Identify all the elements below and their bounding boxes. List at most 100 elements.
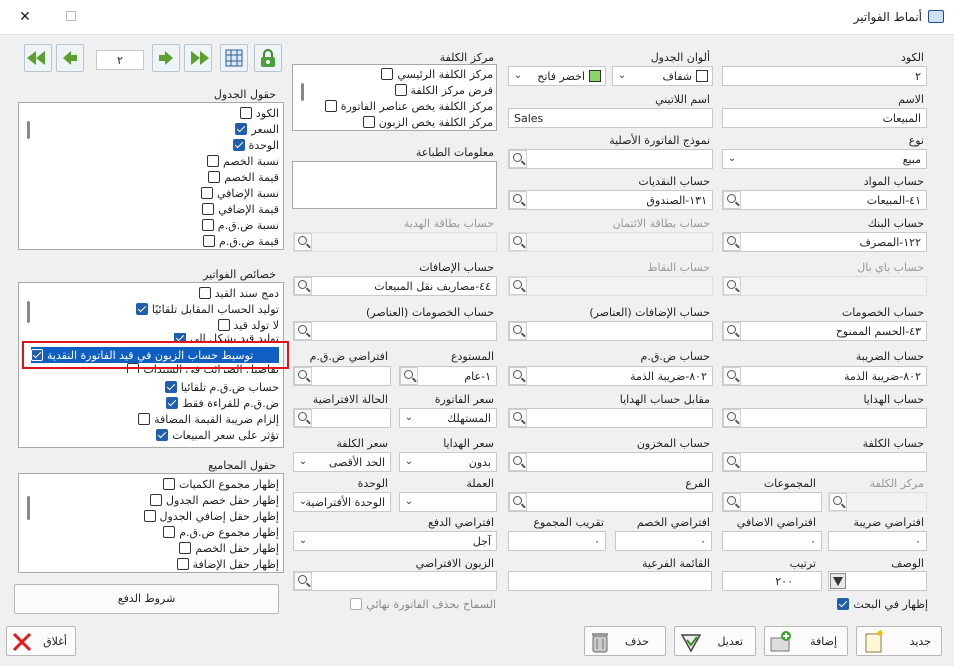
invoice-price-select[interactable]: ⌄ المستهلك xyxy=(399,408,497,428)
default-customer-field[interactable] xyxy=(293,571,497,591)
print-info-area[interactable] xyxy=(292,161,497,209)
name-field[interactable]: المبيعات xyxy=(722,108,927,128)
search-icon[interactable] xyxy=(509,453,527,471)
materials-account-field[interactable]: ٤١-المبيعات xyxy=(722,190,927,210)
checkbox[interactable] xyxy=(201,219,214,231)
cost-account-field[interactable] xyxy=(722,452,927,472)
cash-account-field[interactable]: ١٣١-الصندوق xyxy=(508,190,713,210)
latin-name-field[interactable]: Sales xyxy=(508,108,713,128)
list-item[interactable]: تؤثر على سعر المبيعات xyxy=(156,427,279,443)
search-icon[interactable] xyxy=(723,367,741,385)
close-window-button[interactable]: ✕ xyxy=(14,6,36,28)
checkbox[interactable] xyxy=(156,429,169,441)
search-icon[interactable] xyxy=(723,322,741,340)
delete-button[interactable]: حذف xyxy=(584,626,666,656)
list-scrollbar[interactable] xyxy=(301,83,304,101)
checkbox[interactable] xyxy=(164,381,177,393)
checkbox[interactable] xyxy=(239,107,252,119)
search-icon[interactable] xyxy=(294,572,312,590)
checkbox[interactable] xyxy=(394,84,407,96)
list-item[interactable]: مركز الكلفة الرئيسي xyxy=(381,66,493,82)
checkbox[interactable] xyxy=(166,397,179,409)
search-icon[interactable] xyxy=(509,191,527,209)
default-payment-select[interactable]: ⌄ آجل xyxy=(293,531,497,551)
previous-record-button[interactable] xyxy=(56,44,84,72)
checkbox[interactable] xyxy=(381,68,394,80)
list-item[interactable]: إظهار مجموع ض.ق.م xyxy=(163,524,279,540)
list-item[interactable]: مركز الكلفة يخص عناصر الفاتورة xyxy=(324,98,493,114)
last-record-button[interactable] xyxy=(184,44,212,72)
checkbox[interactable] xyxy=(837,598,850,610)
checkbox[interactable] xyxy=(235,123,248,135)
search-icon[interactable] xyxy=(400,367,418,385)
search-icon[interactable] xyxy=(509,322,527,340)
tax-account-field[interactable]: ٨٠٢-ضريبة الذمة xyxy=(722,366,927,386)
list-item[interactable]: الكود xyxy=(239,105,279,121)
checkbox[interactable] xyxy=(350,598,363,610)
list-item[interactable]: حساب ض.ق.م تلقائيا xyxy=(164,379,279,395)
default-addition-field[interactable]: ٠ xyxy=(722,531,822,551)
discounts-items-field[interactable] xyxy=(293,321,497,341)
payment-terms-button[interactable]: شروط الدفع xyxy=(14,584,279,614)
additions-account-field[interactable]: ٤٤-مصاريف نقل المبيعات xyxy=(293,276,497,296)
search-icon[interactable] xyxy=(294,409,312,427)
default-discount-field[interactable]: ٠ xyxy=(615,531,712,551)
checkbox[interactable] xyxy=(207,155,220,167)
search-icon[interactable] xyxy=(723,191,741,209)
new-button[interactable]: جديد xyxy=(856,626,942,656)
default-vat-field[interactable] xyxy=(293,366,391,386)
list-item[interactable]: قيمة الإضافي xyxy=(202,201,279,217)
branch-field[interactable] xyxy=(508,492,713,512)
list-item[interactable]: توليد الحساب المقابل تلقائيًا xyxy=(135,301,279,317)
checkbox[interactable] xyxy=(135,303,148,315)
checkbox[interactable] xyxy=(179,542,192,554)
inventory-account-field[interactable] xyxy=(508,452,713,472)
list-scrollbar[interactable] xyxy=(27,496,30,520)
list-item[interactable]: ض.ق.م للقراءة فقط xyxy=(166,395,279,411)
vat-account-field[interactable]: ٨٠٢-ضريبة الذمة xyxy=(508,366,713,386)
lock-button[interactable] xyxy=(254,44,282,72)
list-item[interactable]: لا تولد قيد xyxy=(217,317,279,333)
currency-select[interactable]: ⌄ xyxy=(399,492,497,512)
checkbox[interactable] xyxy=(232,139,245,151)
order-dropdown-button[interactable] xyxy=(830,573,846,589)
groups-field[interactable] xyxy=(722,492,822,512)
next-record-button[interactable] xyxy=(152,44,180,72)
type-select[interactable]: ⌄ مبيع xyxy=(722,149,927,169)
list-item[interactable]: إظهار مجموع الكميات xyxy=(162,476,279,492)
search-icon[interactable] xyxy=(723,493,741,511)
allow-delete-final-check[interactable]: السماح بحذف الفاتورة نهائي xyxy=(350,596,496,612)
checkbox[interactable] xyxy=(176,558,189,570)
additions-items-field[interactable] xyxy=(508,321,713,341)
checkbox[interactable] xyxy=(138,413,151,425)
rounding-field[interactable]: ٠ xyxy=(508,531,606,551)
checkbox[interactable] xyxy=(324,100,337,112)
list-item[interactable]: إظهار حقل إضافي الجدول xyxy=(143,508,279,524)
close-button[interactable]: أغلاق xyxy=(6,626,76,656)
checkbox[interactable] xyxy=(163,526,176,538)
search-icon[interactable] xyxy=(509,493,527,511)
list-item[interactable]: قيمة الخصم xyxy=(208,169,279,185)
sub-list-field[interactable] xyxy=(508,571,712,591)
grid-view-button[interactable] xyxy=(220,44,248,72)
show-in-search-check[interactable]: إظهار في البحث xyxy=(837,596,928,612)
checkbox[interactable] xyxy=(203,235,216,247)
unit-select[interactable]: ⌄ الوحدة الأفتراضية xyxy=(293,492,391,512)
list-item[interactable]: مركز الكلفة يخص الزبون xyxy=(362,114,493,130)
bank-account-field[interactable]: ١٢٢-المصرف xyxy=(722,232,927,252)
code-field[interactable]: ٢ xyxy=(722,66,927,86)
list-item[interactable]: قيمة ض.ق.م xyxy=(203,233,279,249)
checkbox[interactable] xyxy=(200,187,213,199)
default-tax-field[interactable]: ٠ xyxy=(828,531,927,551)
checkbox[interactable] xyxy=(208,171,221,183)
list-item[interactable]: السعر xyxy=(235,121,279,137)
order-field[interactable]: ٢٠٠ xyxy=(722,571,822,591)
add-button[interactable]: إضافة xyxy=(764,626,848,656)
list-scrollbar[interactable] xyxy=(27,121,30,139)
checkbox[interactable] xyxy=(162,478,175,490)
list-item[interactable]: إظهار حقل خصم الجدول xyxy=(150,492,279,508)
search-icon[interactable] xyxy=(294,367,312,385)
table-colors-select[interactable]: ⌄ شفاف xyxy=(612,66,713,86)
list-item[interactable]: إلزام ضريبة القيمة المضافة xyxy=(138,411,279,427)
checkbox[interactable] xyxy=(202,203,215,215)
